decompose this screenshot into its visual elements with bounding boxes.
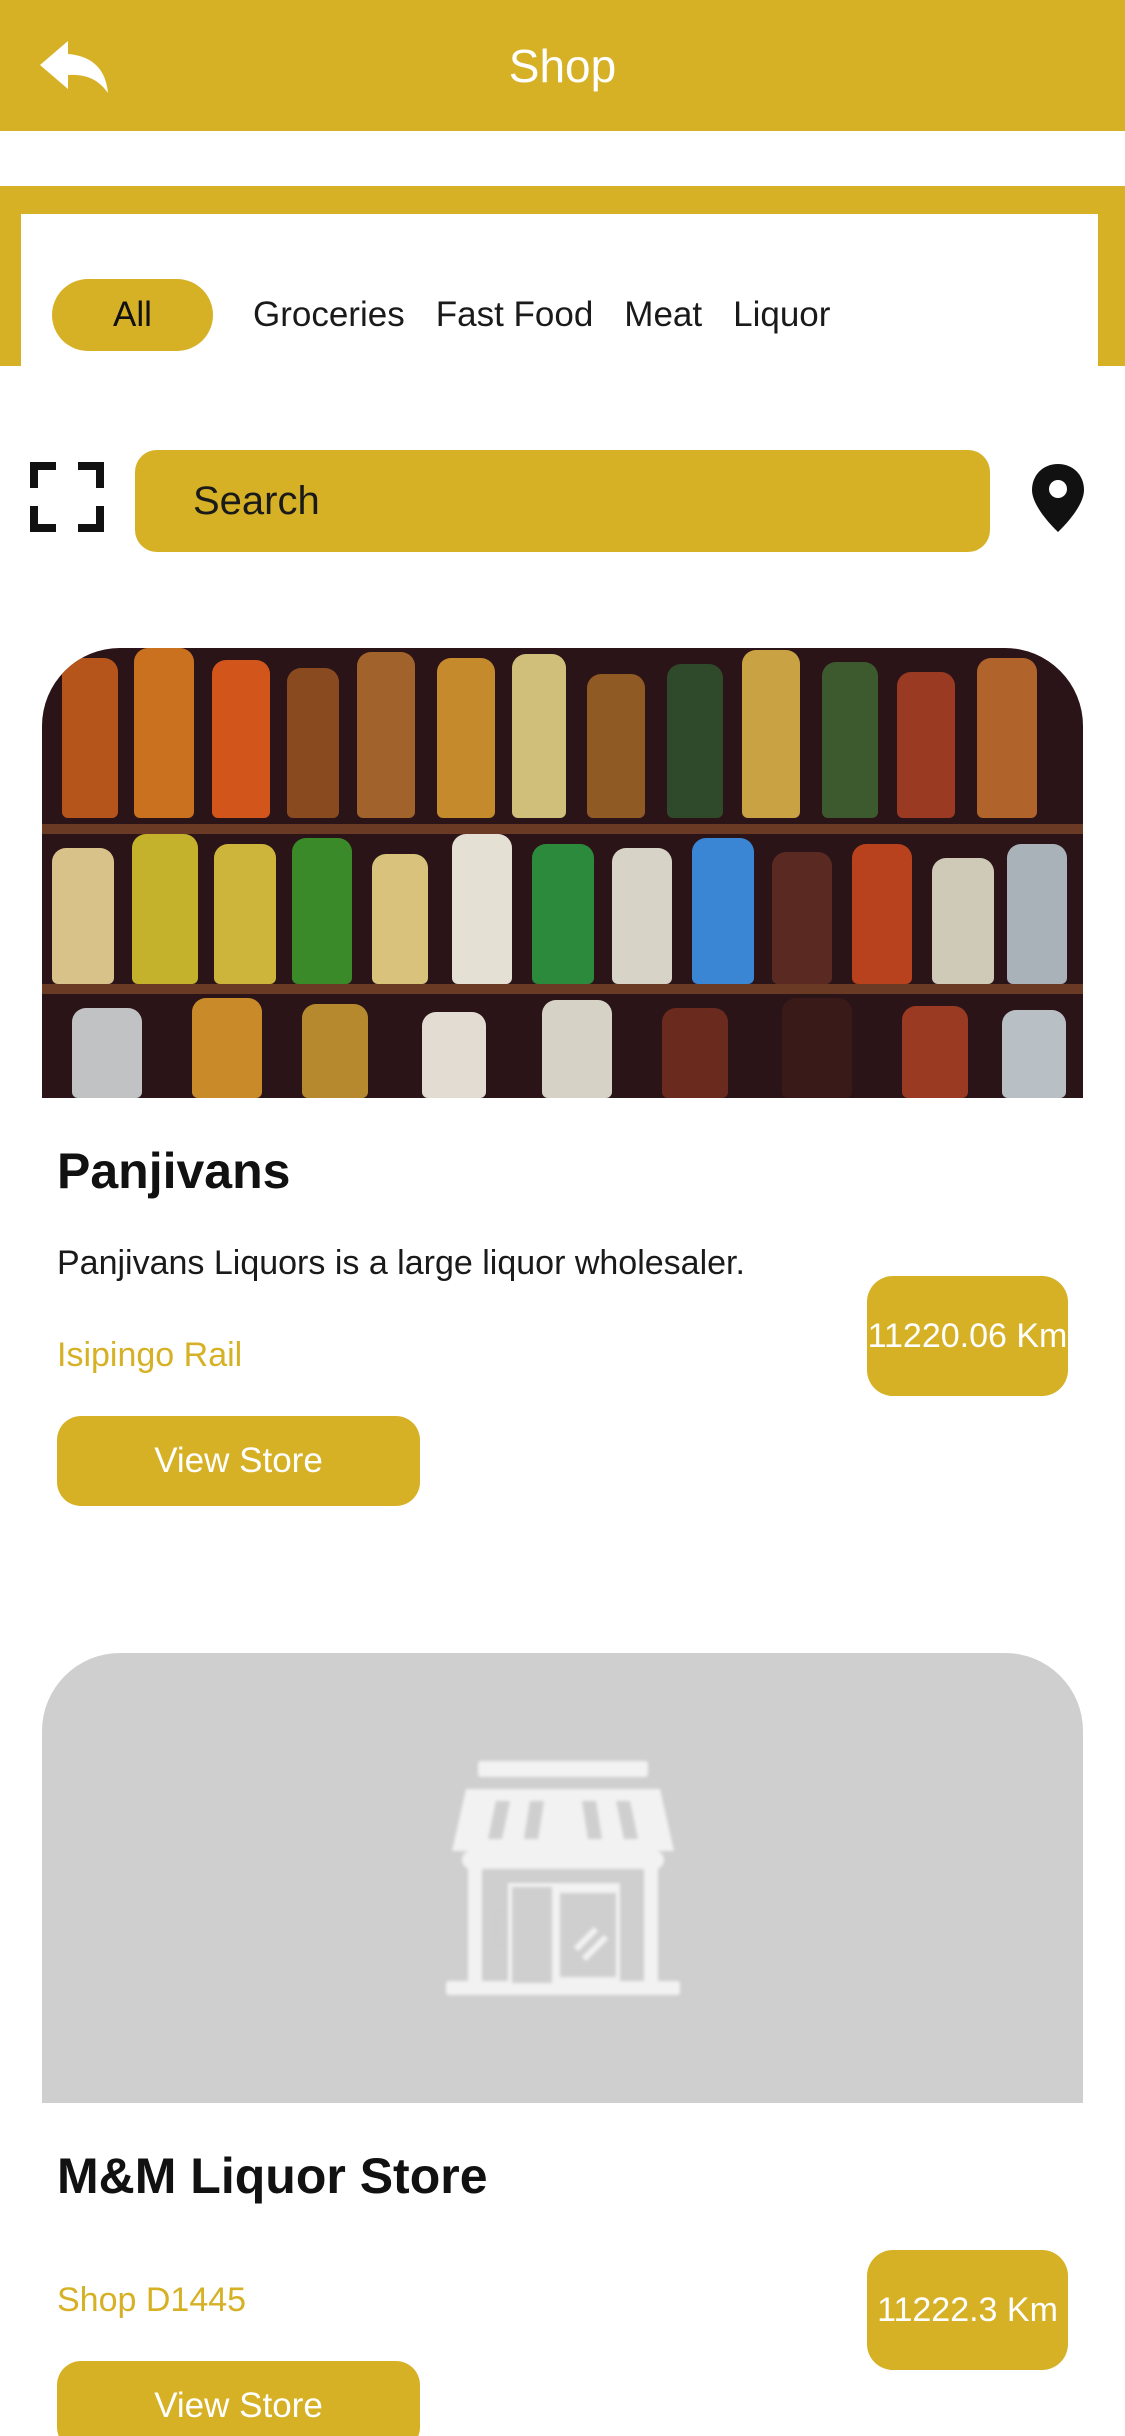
top-app-bar: Shop — [0, 0, 1125, 131]
store-image[interactable] — [42, 1653, 1083, 2103]
scan-frame-icon — [30, 462, 104, 532]
category-tabs-container: All Groceries Fast Food Meat Liquor — [21, 214, 1098, 366]
store-location: Isipingo Rail — [57, 1336, 243, 1374]
tab-liquor[interactable]: Liquor — [733, 295, 830, 335]
store-card[interactable]: M&M Liquor Store Shop D1445 View Store 1… — [42, 1653, 1083, 2436]
view-store-button[interactable]: View Store — [57, 1416, 420, 1506]
map-pin-icon — [1032, 464, 1084, 532]
liquor-shelf-photo — [42, 648, 1083, 1098]
store-image[interactable] — [42, 648, 1083, 1098]
distance-badge: 11220.06 Km — [867, 1276, 1068, 1396]
store-card[interactable]: Panjivans Panjivans Liquors is a large l… — [42, 648, 1083, 1508]
search-input[interactable] — [193, 478, 990, 524]
scan-button[interactable] — [30, 462, 104, 532]
search-field[interactable] — [135, 450, 990, 552]
page-title: Shop — [508, 39, 617, 92]
tab-groceries[interactable]: Groceries — [253, 295, 405, 335]
tab-fast-food[interactable]: Fast Food — [436, 295, 594, 335]
store-name: M&M Liquor Store — [57, 2148, 488, 2204]
category-tabs: All Groceries Fast Food Meat Liquor — [52, 279, 861, 351]
store-placeholder-icon — [445, 1761, 680, 1995]
location-button[interactable] — [1030, 462, 1086, 534]
store-location: Shop D1445 — [57, 2281, 247, 2319]
distance-badge: 11222.3 Km — [867, 2250, 1068, 2370]
tab-meat[interactable]: Meat — [624, 295, 702, 335]
shop-screen: Shop All Groceries Fast Food Meat Liquor — [0, 0, 1125, 2436]
store-placeholder — [42, 1653, 1083, 2103]
store-name: Panjivans — [57, 1143, 291, 1199]
view-store-button[interactable]: View Store — [57, 2361, 420, 2436]
store-description: Panjivans Liquors is a large liquor whol… — [57, 1244, 745, 1282]
category-tabs-frame: All Groceries Fast Food Meat Liquor — [0, 186, 1125, 366]
tab-all[interactable]: All — [52, 279, 213, 351]
